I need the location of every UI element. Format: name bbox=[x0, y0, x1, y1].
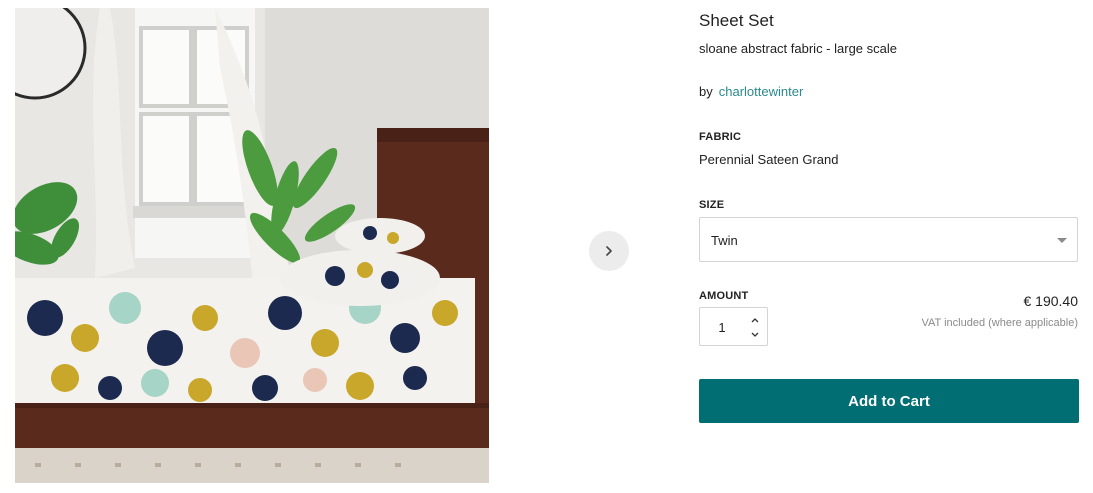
size-select[interactable]: Twin bbox=[699, 217, 1078, 262]
add-to-cart-button[interactable]: Add to Cart bbox=[699, 379, 1079, 423]
fabric-value: Perennial Sateen Grand bbox=[699, 152, 839, 167]
product-image bbox=[15, 8, 489, 483]
gallery-next-button[interactable] bbox=[589, 231, 629, 271]
designer-byline: by charlottewinter bbox=[699, 84, 803, 99]
design-name: sloane abstract fabric - large scale bbox=[699, 41, 897, 56]
designer-link[interactable]: charlottewinter bbox=[719, 84, 804, 99]
quantity-value[interactable]: 1 bbox=[700, 320, 744, 335]
by-label: by bbox=[699, 84, 713, 99]
price: € 190.40 bbox=[1023, 293, 1079, 309]
quantity-stepper[interactable]: 1 bbox=[699, 307, 768, 346]
size-label: SIZE bbox=[699, 199, 725, 211]
decrement-icon[interactable] bbox=[748, 329, 762, 341]
chevron-down-icon bbox=[1057, 238, 1067, 243]
fabric-label: FABRIC bbox=[699, 131, 742, 143]
amount-label: AMOUNT bbox=[699, 290, 749, 302]
product-title: Sheet Set bbox=[699, 11, 774, 30]
vat-note: VAT included (where applicable) bbox=[921, 317, 1078, 329]
size-selected-value: Twin bbox=[711, 233, 738, 248]
increment-icon[interactable] bbox=[748, 314, 762, 326]
chevron-right-icon bbox=[604, 245, 614, 257]
